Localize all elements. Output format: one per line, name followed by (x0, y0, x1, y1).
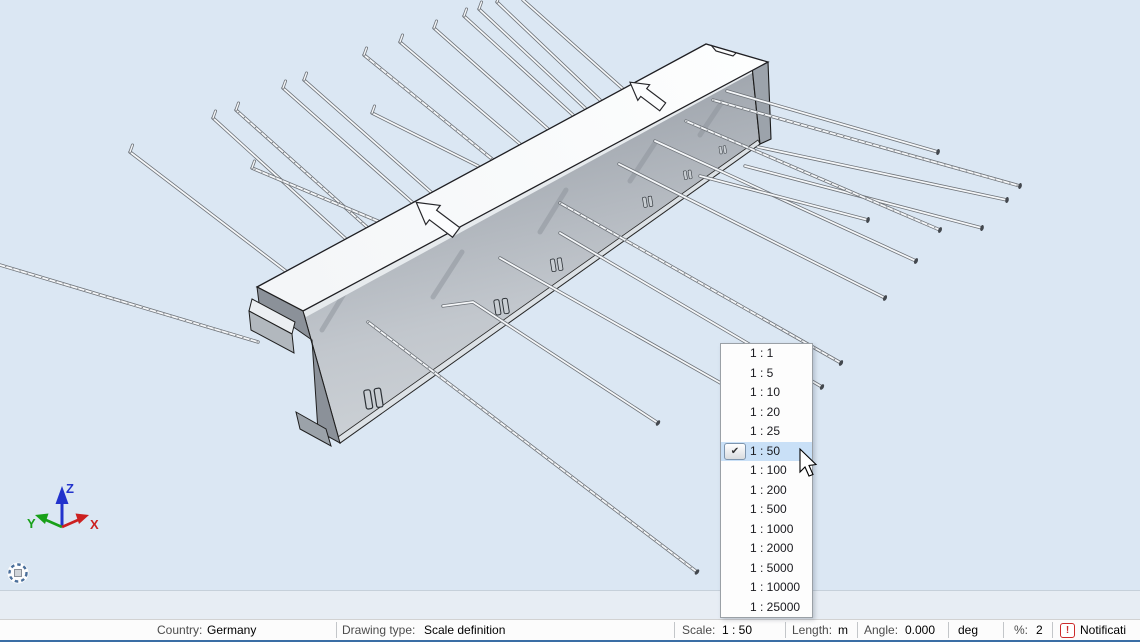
notifications-label[interactable]: Notificati (1080, 620, 1126, 640)
length-label: Length: (792, 620, 832, 640)
menu-item-1-10[interactable]: 1 : 10 (721, 383, 812, 403)
viewport-bottom-strip (0, 590, 1140, 620)
menu-item-label: 1 : 25000 (750, 600, 800, 614)
concrete-beam-model[interactable] (249, 44, 771, 446)
scale-label: Scale: (682, 620, 715, 640)
rebar (368, 322, 700, 575)
rebar (560, 203, 844, 367)
status-bar: Country: Germany Drawing type: Scale def… (0, 619, 1140, 641)
menu-item-1-200[interactable]: 1 : 200 (721, 481, 812, 501)
notification-exclamation-icon[interactable]: ! (1060, 623, 1075, 638)
menu-item-label: 1 : 25 (750, 424, 780, 438)
drawing-type-value: Scale definition (424, 620, 505, 640)
menu-item-label: 1 : 1000 (750, 522, 793, 536)
menu-item-1-5000[interactable]: 1 : 5000 (721, 559, 812, 579)
rebar (213, 111, 347, 240)
angle-label: Angle: (864, 620, 898, 640)
menu-item-1-2000[interactable]: 1 : 2000 (721, 539, 812, 559)
drawing-type-label: Drawing type: (342, 620, 415, 640)
menu-item-1-500[interactable]: 1 : 500 (721, 500, 812, 520)
mouse-cursor (796, 446, 820, 480)
rebar (479, 2, 585, 108)
menu-item-label: 1 : 1 (750, 346, 773, 360)
menu-item-1-25000[interactable]: 1 : 25000 (721, 598, 812, 618)
menu-item-1-1000[interactable]: 1 : 1000 (721, 520, 812, 540)
menu-item-1-5[interactable]: 1 : 5 (721, 364, 812, 384)
orientation-axes: Z Y X (27, 481, 99, 532)
menu-item-label: 1 : 10 (750, 385, 780, 399)
percent-value[interactable]: 2 (1036, 620, 1043, 640)
menu-item-label: 1 : 20 (750, 405, 780, 419)
menu-item-1-25[interactable]: 1 : 25 (721, 422, 812, 442)
menu-item-label: 1 : 200 (750, 483, 787, 497)
drawing-viewport[interactable]: Z Y X (0, 0, 1140, 590)
checkmark-icon: ✔ (724, 443, 746, 460)
scale-value[interactable]: 1 : 50 (722, 620, 752, 640)
x-axis-label: X (90, 517, 99, 532)
rebar (758, 147, 1009, 203)
y-axis-label: Y (27, 516, 36, 531)
angle-value[interactable]: 0.000 (905, 620, 935, 640)
menu-item-1-10000[interactable]: 1 : 10000 (721, 578, 812, 598)
menu-item-label: 1 : 2000 (750, 541, 793, 555)
length-value[interactable]: m (838, 620, 848, 640)
country-label: Country: (157, 620, 202, 640)
country-value: Germany (207, 620, 256, 640)
menu-item-label: 1 : 500 (750, 502, 787, 516)
menu-item-1-1[interactable]: 1 : 1 (721, 344, 812, 364)
x-axis-arrow (76, 514, 90, 525)
rebar (497, 0, 600, 100)
rebar (0, 265, 258, 342)
z-axis-label: Z (66, 481, 74, 496)
angle-unit[interactable]: deg (958, 620, 978, 640)
rebar (500, 258, 740, 394)
menu-item-label: 1 : 50 (750, 444, 780, 458)
menu-item-label: 1 : 100 (750, 463, 787, 477)
rebar (283, 81, 413, 203)
percent-label: %: (1014, 620, 1028, 640)
menu-item-label: 1 : 10000 (750, 580, 800, 594)
menu-item-label: 1 : 5000 (750, 561, 793, 575)
menu-item-1-20[interactable]: 1 : 20 (721, 403, 812, 423)
menu-item-label: 1 : 5 (750, 366, 773, 380)
scale-dropdown-menu: 1 : 1 1 : 5 1 : 10 1 : 20 1 : 25 ✔ 1 : 50 1 : 1… (720, 343, 813, 618)
rotation-center-icon[interactable] (8, 563, 29, 584)
y-axis-arrow (35, 514, 49, 525)
rebar (464, 9, 573, 115)
